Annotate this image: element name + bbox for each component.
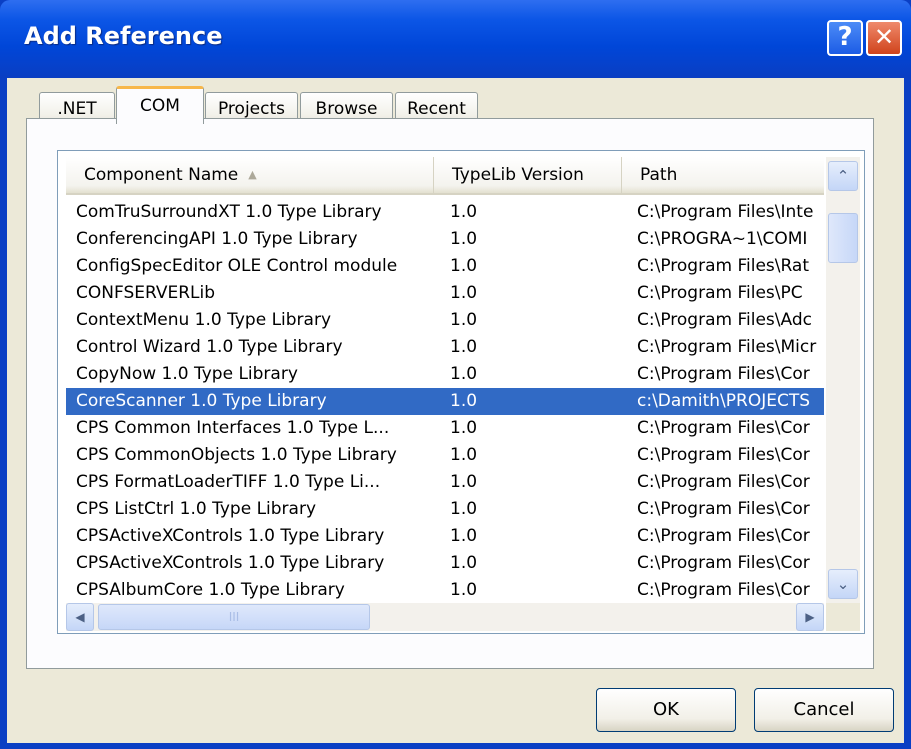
component-path: C:\Program Files\Adc bbox=[637, 310, 812, 330]
list-row[interactable]: CPSActiveXControls 1.0 Type Library 1.0 … bbox=[66, 550, 824, 577]
typelib-version: 1.0 bbox=[450, 283, 478, 303]
typelib-version: 1.0 bbox=[450, 553, 478, 573]
list-row[interactable]: Control Wizard 1.0 Type Library 1.0 C:\P… bbox=[66, 334, 824, 361]
component-path: C:\Program Files\Cor bbox=[637, 364, 810, 384]
component-name: ContextMenu 1.0 Type Library bbox=[76, 310, 332, 330]
scroll-up-icon[interactable]: ⌃ bbox=[828, 161, 858, 191]
scroll-right-icon[interactable]: ▶ bbox=[796, 603, 824, 631]
list-row[interactable]: CPS Common Interfaces 1.0 Type L... 1.0 … bbox=[66, 415, 824, 442]
list-row[interactable]: CONFSERVERLib 1.0 C:\Program Files\PC bbox=[66, 280, 824, 307]
cancel-button[interactable]: Cancel bbox=[754, 688, 894, 732]
column-header-typelib-version[interactable]: TypeLib Version bbox=[434, 157, 622, 193]
typelib-version: 1.0 bbox=[450, 526, 478, 546]
typelib-version: 1.0 bbox=[450, 256, 478, 276]
component-name: ComTruSurroundXT 1.0 Type Library bbox=[76, 202, 382, 222]
component-path: C:\Program Files\Rat bbox=[637, 256, 810, 276]
component-name: CopyNow 1.0 Type Library bbox=[76, 364, 298, 384]
component-name: CPS CommonObjects 1.0 Type Library bbox=[76, 445, 397, 465]
horizontal-scrollbar[interactable]: ◀ III ▶ bbox=[66, 603, 824, 631]
typelib-version: 1.0 bbox=[450, 580, 478, 600]
list-row[interactable]: CPSAlbumCore 1.0 Type Library 1.0 C:\Pro… bbox=[66, 577, 824, 604]
component-name: CoreScanner 1.0 Type Library bbox=[76, 391, 327, 411]
typelib-version: 1.0 bbox=[450, 499, 478, 519]
ok-button[interactable]: OK bbox=[596, 688, 736, 732]
scroll-down-icon[interactable]: ⌄ bbox=[828, 569, 858, 599]
horizontal-scroll-thumb[interactable]: III bbox=[98, 604, 370, 630]
component-path: C:\Program Files\Cor bbox=[637, 553, 810, 573]
component-path: c:\Damith\PROJECTS bbox=[637, 391, 811, 411]
column-header-path[interactable]: Path bbox=[622, 157, 824, 193]
list-row[interactable]: ConferencingAPI 1.0 Type Library 1.0 C:\… bbox=[66, 226, 824, 253]
component-name: CPS FormatLoaderTIFF 1.0 Type Li... bbox=[76, 472, 381, 492]
list-row[interactable]: CPS FormatLoaderTIFF 1.0 Type Li... 1.0 … bbox=[66, 469, 824, 496]
vertical-scroll-thumb[interactable] bbox=[828, 213, 858, 263]
column-header-label: Component Name bbox=[84, 165, 239, 185]
typelib-version: 1.0 bbox=[450, 391, 478, 411]
component-path: C:\PROGRA~1\COMI bbox=[637, 229, 808, 249]
list-rows: ComTruSurroundXT 1.0 Type Library 1.0 C:… bbox=[66, 199, 824, 605]
typelib-version: 1.0 bbox=[450, 202, 478, 222]
list-row[interactable]: CPS ListCtrl 1.0 Type Library 1.0 C:\Pro… bbox=[66, 496, 824, 523]
component-path: C:\Program Files\PC bbox=[637, 283, 803, 303]
column-header-component-name[interactable]: Component Name ▲ bbox=[66, 157, 434, 193]
component-name: CPS ListCtrl 1.0 Type Library bbox=[76, 499, 317, 519]
component-name: CPSAlbumCore 1.0 Type Library bbox=[76, 580, 345, 600]
component-name: ConferencingAPI 1.0 Type Library bbox=[76, 229, 358, 249]
window-title: Add Reference bbox=[24, 22, 223, 50]
help-button[interactable]: ? bbox=[827, 20, 863, 56]
component-path: C:\Program Files\Cor bbox=[637, 499, 810, 519]
typelib-version: 1.0 bbox=[450, 310, 478, 330]
vertical-scrollbar[interactable]: ⌃ ⌄ bbox=[826, 157, 860, 603]
component-path: C:\Program Files\Cor bbox=[637, 445, 810, 465]
add-reference-dialog: Add Reference ? ✕ .NET COM Projects Brow… bbox=[0, 0, 911, 749]
typelib-version: 1.0 bbox=[450, 418, 478, 438]
list-row[interactable]: CPS CommonObjects 1.0 Type Library 1.0 C… bbox=[66, 442, 824, 469]
list-row-selected[interactable]: CoreScanner 1.0 Type Library 1.0 c:\Dami… bbox=[66, 388, 824, 415]
component-name: Control Wizard 1.0 Type Library bbox=[76, 337, 343, 357]
scrollbar-corner bbox=[826, 603, 860, 631]
component-path: C:\Program Files\Cor bbox=[637, 472, 810, 492]
title-bar[interactable]: Add Reference ? ✕ bbox=[0, 0, 911, 78]
column-header-label: TypeLib Version bbox=[452, 165, 584, 185]
list-row[interactable]: CPSActiveXControls 1.0 Type Library 1.0 … bbox=[66, 523, 824, 550]
tab-com[interactable]: COM bbox=[116, 86, 204, 124]
component-name: ConfigSpecEditor OLE Control module bbox=[76, 256, 398, 276]
typelib-version: 1.0 bbox=[450, 337, 478, 357]
component-name: CONFSERVERLib bbox=[76, 283, 216, 303]
sort-ascending-icon: ▲ bbox=[248, 168, 257, 181]
list-row[interactable]: ContextMenu 1.0 Type Library 1.0 C:\Prog… bbox=[66, 307, 824, 334]
typelib-version: 1.0 bbox=[450, 445, 478, 465]
component-list[interactable]: Component Name ▲ TypeLib Version Path Com… bbox=[57, 150, 865, 634]
typelib-version: 1.0 bbox=[450, 229, 478, 249]
component-path: C:\Program Files\Inte bbox=[637, 202, 814, 222]
column-header-label: Path bbox=[640, 165, 678, 185]
component-name: CPS Common Interfaces 1.0 Type L... bbox=[76, 418, 390, 438]
typelib-version: 1.0 bbox=[450, 364, 478, 384]
component-path: C:\Program Files\Micr bbox=[637, 337, 817, 357]
component-path: C:\Program Files\Cor bbox=[637, 526, 810, 546]
list-row[interactable]: CopyNow 1.0 Type Library 1.0 C:\Program … bbox=[66, 361, 824, 388]
component-path: C:\Program Files\Cor bbox=[637, 580, 810, 600]
list-header: Component Name ▲ TypeLib Version Path bbox=[66, 157, 824, 195]
component-name: CPSActiveXControls 1.0 Type Library bbox=[76, 553, 385, 573]
typelib-version: 1.0 bbox=[450, 472, 478, 492]
component-name: CPSActiveXControls 1.0 Type Library bbox=[76, 526, 385, 546]
close-button[interactable]: ✕ bbox=[866, 20, 902, 56]
list-row[interactable]: ComTruSurroundXT 1.0 Type Library 1.0 C:… bbox=[66, 199, 824, 226]
list-row[interactable]: ConfigSpecEditor OLE Control module 1.0 … bbox=[66, 253, 824, 280]
component-path: C:\Program Files\Cor bbox=[637, 418, 810, 438]
scroll-left-icon[interactable]: ◀ bbox=[66, 603, 94, 631]
